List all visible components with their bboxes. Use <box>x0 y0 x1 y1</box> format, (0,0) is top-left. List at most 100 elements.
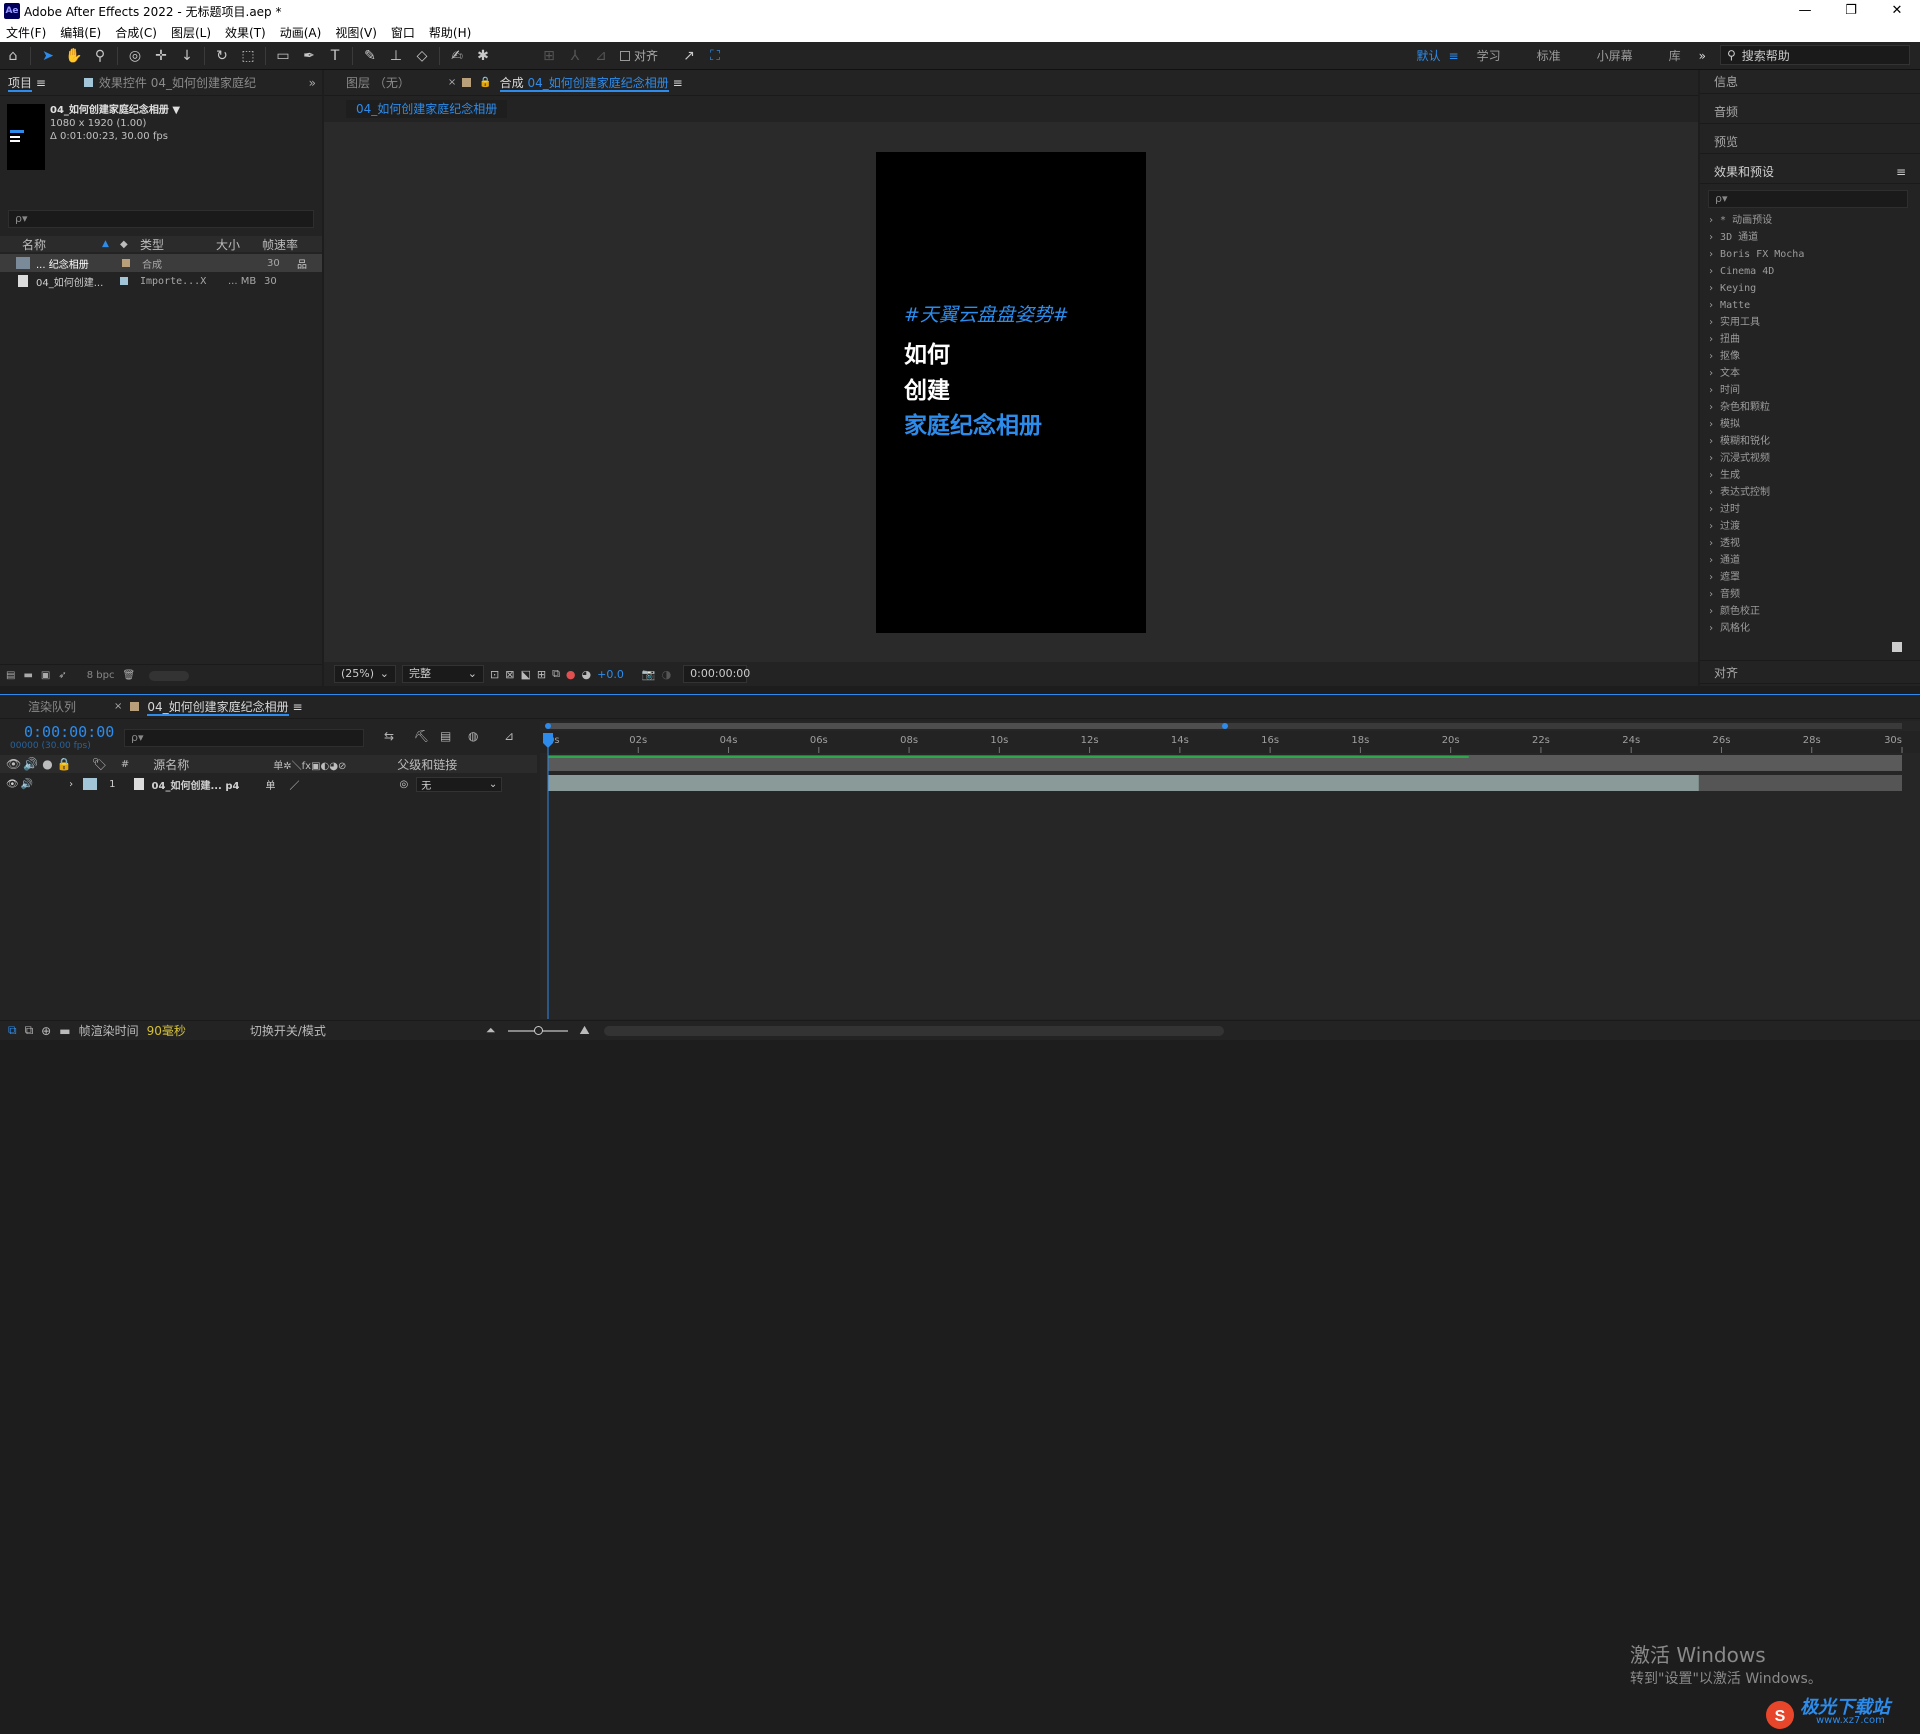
region-of-interest-icon[interactable]: ⬕ <box>520 668 530 681</box>
composition-canvas[interactable]: #天翼云盘盘姿势# 如何 创建 家庭纪念相册 <box>876 152 1146 633</box>
world-axis-icon[interactable]: ⅄ <box>564 45 586 67</box>
layer-row[interactable]: 👁 🔊 › 1 04_如何创建... p4 单 ／ ◎ 无 ⌄ <box>0 775 537 793</box>
effects-search-input[interactable]: ρ▾ <box>1708 190 1908 208</box>
show-snapshot-icon[interactable]: ◑ <box>662 668 672 681</box>
dolly-camera-icon[interactable]: ↓ <box>176 45 198 67</box>
audio-switch-icon[interactable]: 🔊 <box>23 757 38 771</box>
current-time-display[interactable]: 0:00:00:00 <box>24 723 114 741</box>
transparency-grid-icon[interactable]: ⊠ <box>505 668 514 681</box>
rotate-tool-icon[interactable]: ↻ <box>211 45 233 67</box>
zoom-tool-icon[interactable]: ⚲ <box>89 45 111 67</box>
menu-edit[interactable]: 编辑(E) <box>60 24 101 41</box>
help-search-input[interactable]: ⚲ 搜索帮助 <box>1720 45 1910 65</box>
align-panel-header[interactable]: 对齐 <box>1700 660 1920 684</box>
pan-behind-tool-icon[interactable]: ⬚ <box>237 45 259 67</box>
timeline-scrollbar[interactable] <box>603 1025 1224 1036</box>
tab-composition[interactable]: 合成 04_如何创建家庭纪念相册 ≡ <box>492 74 691 92</box>
fx-category[interactable]: › 表达式控制 <box>1708 484 1908 501</box>
toggle-mask-icon[interactable]: ⊡ <box>490 668 499 681</box>
menu-composition[interactable]: 合成(C) <box>115 24 157 41</box>
bit-depth-label[interactable]: 8 bpc <box>87 670 115 681</box>
project-item[interactable]: 04_如何创建... Importe...X ... MB 30 <box>0 272 322 290</box>
fx-category[interactable]: › 杂色和颗粒 <box>1708 399 1908 416</box>
selection-tool-icon[interactable]: ➤ <box>37 45 59 67</box>
render-time-toggle-icon[interactable]: ⧉ <box>25 1023 34 1038</box>
workspace-learn[interactable]: 学习 <box>1477 47 1501 64</box>
workspace-default[interactable]: 默认 <box>1417 47 1441 64</box>
canvas-hashtag-text[interactable]: #天翼云盘盘姿势# <box>904 300 1069 327</box>
fx-category[interactable]: › 文本 <box>1708 365 1908 382</box>
fx-category[interactable]: › 沉浸式视频 <box>1708 450 1908 467</box>
close-tab-icon[interactable]: × <box>114 701 122 712</box>
workspace-libraries[interactable]: 库 <box>1669 47 1681 64</box>
audio-panel-header[interactable]: 音频 <box>1700 100 1920 124</box>
time-ruler[interactable]: 0s 02s 04s 06s 08s 10s 12s 14s 16s 18s 20s 22s 24s 26… <box>540 721 1920 1019</box>
new-comp-icon[interactable]: ▣ <box>41 670 50 681</box>
fx-category[interactable]: › * 动画预设 <box>1708 212 1908 229</box>
render-time-icon[interactable]: ▬ <box>59 1024 70 1038</box>
timeline-graph-area[interactable]: 0s 02s 04s 06s 08s 10s 12s 14s 16s 18s 20s 22s 24s 26… <box>540 721 1920 1019</box>
fx-category[interactable]: › Keying <box>1708 280 1908 297</box>
type-tool-icon[interactable]: T <box>324 45 346 67</box>
fx-category[interactable]: › 颜色校正 <box>1708 603 1908 620</box>
local-axis-icon[interactable]: ⊞ <box>538 45 560 67</box>
pan-camera-icon[interactable]: ✛ <box>150 45 172 67</box>
canvas-title-line1[interactable]: 如何 <box>904 335 950 369</box>
puppet-pin-tool-icon[interactable]: ✱ <box>472 45 494 67</box>
fx-category[interactable]: › Cinema 4D <box>1708 263 1908 280</box>
fx-category[interactable]: › 3D 通道 <box>1708 229 1908 246</box>
adjust-project-icon[interactable]: ➶ <box>58 670 66 681</box>
lock-icon[interactable]: 🔒 <box>57 757 72 771</box>
comp-mini-flowchart-icon[interactable]: ⇆ <box>384 729 394 743</box>
workspace-standard[interactable]: 标准 <box>1537 47 1561 64</box>
more-workspaces-icon[interactable]: » <box>1699 49 1706 63</box>
fx-category[interactable]: › 扭曲 <box>1708 331 1908 348</box>
fx-category[interactable]: › 时间 <box>1708 382 1908 399</box>
magnification-dropdown[interactable]: (25%) ⌄ <box>334 665 396 683</box>
restore-button[interactable]: ❐ <box>1828 0 1874 22</box>
close-tab-icon[interactable]: × <box>448 77 456 88</box>
tab-effect-controls[interactable]: 效果控件 04_如何创建家庭纪 <box>99 74 256 91</box>
menu-file[interactable]: 文件(F) <box>6 24 46 41</box>
timeline-search-input[interactable]: ρ▾ <box>124 729 364 747</box>
parent-dropdown[interactable]: 无 ⌄ <box>416 776 503 792</box>
draft-3d-icon[interactable]: ⛏ <box>414 729 429 743</box>
zoom-in-icon[interactable]: ⛰ <box>580 1023 590 1038</box>
menu-view[interactable]: 视图(V) <box>335 24 377 41</box>
project-item[interactable]: ... 纪念相册 合成 30 品 <box>0 254 322 272</box>
label-column-icon[interactable]: ◆ <box>120 239 140 250</box>
clone-stamp-tool-icon[interactable]: ⊥ <box>385 45 407 67</box>
flowchart-icon[interactable]: 品 <box>297 256 307 271</box>
grid-guides-icon[interactable]: ⧉ <box>552 667 560 681</box>
delete-icon[interactable]: 🗑 <box>122 670 135 681</box>
orbit-camera-icon[interactable]: ◎ <box>124 45 146 67</box>
menu-help[interactable]: 帮助(H) <box>429 24 471 41</box>
interpret-footage-icon[interactable]: ▤ <box>6 670 15 681</box>
exposure-value[interactable]: +0.0 <box>597 668 624 681</box>
col-parent-link[interactable]: 父级和链接 <box>397 756 457 773</box>
workspace-menu-icon[interactable]: ≡ <box>1449 49 1459 63</box>
comp-toggle-icon[interactable]: ⧉ <box>8 1023 17 1038</box>
col-type[interactable]: 类型 <box>140 236 216 253</box>
tab-render-queue[interactable]: 渲染队列 <box>20 698 84 715</box>
menu-window[interactable]: 窗口 <box>391 24 415 41</box>
fx-category[interactable]: › 生成 <box>1708 467 1908 484</box>
motion-blur-icon[interactable]: ◍ <box>468 729 478 743</box>
project-scrollbar[interactable] <box>149 670 190 681</box>
safe-margins-icon[interactable]: ⊞ <box>537 668 546 681</box>
panel-overflow-icon[interactable]: » <box>309 76 316 90</box>
preview-panel-header[interactable]: 预览 <box>1700 130 1920 154</box>
close-button[interactable]: ✕ <box>1874 0 1920 22</box>
home-icon[interactable]: ⌂ <box>2 45 24 67</box>
fx-category[interactable]: › 过渡 <box>1708 518 1908 535</box>
fx-category[interactable]: › 遮罩 <box>1708 569 1908 586</box>
tab-timeline-comp[interactable]: 04_如何创建家庭纪念相册 ≡ <box>139 698 310 716</box>
show-channel-icon[interactable]: ● <box>566 668 576 681</box>
fx-category[interactable]: › 抠像 <box>1708 348 1908 365</box>
snap-grid-icon[interactable]: ⛶ <box>704 45 726 67</box>
pen-tool-icon[interactable]: ✒ <box>298 45 320 67</box>
graph-editor-icon[interactable]: ⊿ <box>504 729 514 743</box>
fx-category[interactable]: › 风格化 <box>1708 620 1908 637</box>
fx-category[interactable]: › 模拟 <box>1708 416 1908 433</box>
time-stretch-icon[interactable]: ⊕ <box>41 1024 51 1038</box>
